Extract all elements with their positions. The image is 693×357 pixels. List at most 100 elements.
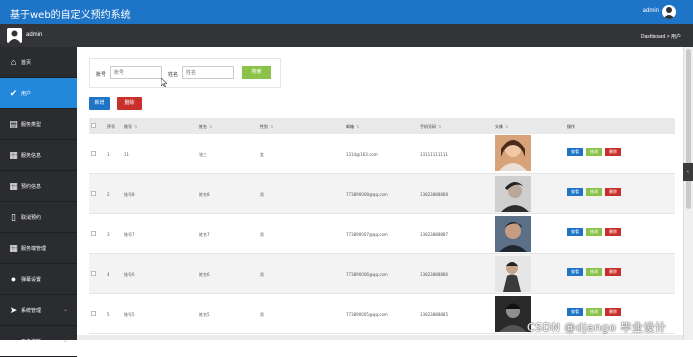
col-header-name[interactable]: 姓名 ⇅: [199, 124, 212, 130]
view-button[interactable]: 查看: [567, 188, 583, 196]
user-icon: ●: [10, 274, 17, 284]
table-row[interactable]: 4 账号6 姓名6 男 773890006@qq.com 13823888886…: [89, 254, 675, 294]
col-header-account-label: 账号: [124, 124, 132, 129]
avatar-photo[interactable]: [495, 216, 531, 252]
sidebar-item-danmaku-settings[interactable]: ● 弹幕设置: [0, 264, 77, 295]
table-row[interactable]: 3 账号7 姓名7 男 773890007@qq.com 13823888887…: [89, 214, 675, 254]
col-header-name-label: 姓名: [199, 124, 207, 129]
row-checkbox[interactable]: [91, 151, 96, 156]
edit-button[interactable]: 修改: [586, 188, 602, 196]
sidebar-item-server-admin[interactable]: ▦ 服务端管理: [0, 233, 77, 264]
sort-icon: ⇅: [505, 124, 509, 129]
cell-email: 773890007@qq.com: [346, 232, 388, 237]
cell-gender: 男: [260, 312, 264, 317]
sort-icon: ⇅: [356, 124, 360, 129]
search-button[interactable]: 搜索: [242, 66, 271, 79]
view-button[interactable]: 查看: [567, 148, 583, 156]
table-row[interactable]: 2 账号8 姓名8 男 773890008@qq.com 13823888888…: [89, 174, 675, 214]
cell-account: 账号5: [124, 312, 135, 317]
send-icon: ➤: [9, 305, 18, 315]
row-delete-button[interactable]: 删除: [605, 228, 621, 236]
name-input[interactable]: [182, 66, 234, 79]
col-header-phone-label: 手机号码: [420, 124, 436, 129]
col-header-email[interactable]: 邮箱 ⇅: [346, 124, 359, 130]
sidebar-item-label: 用户: [21, 91, 32, 97]
table-row[interactable]: 1 11 张三 女 1314@163.com 13111111111 查看 修改…: [89, 134, 675, 174]
chevron-down-icon: ⌄: [62, 338, 68, 344]
sub-bar: admin Dashboard > 用户: [0, 24, 693, 47]
col-header-no[interactable]: 序号: [107, 124, 115, 130]
sidebar-item-service-type[interactable]: ▤ 服务类型: [0, 109, 77, 140]
cell-no: 3: [107, 232, 110, 237]
row-checkbox[interactable]: [91, 311, 96, 316]
vertical-scrollbar[interactable]: [683, 47, 693, 340]
sidebar-item-label: 系统管理: [21, 308, 42, 314]
name-label: 姓名: [168, 72, 179, 78]
cell-no: 5: [107, 312, 110, 317]
sidebar-item-system-admin[interactable]: ➤ 系统管理 ⌄: [0, 295, 77, 326]
sidebar-item-user-profile[interactable]: ▭ 用户资料 ⌄: [0, 326, 77, 357]
col-header-email-label: 邮箱: [346, 124, 354, 129]
scrollbar-thumb[interactable]: [686, 49, 691, 209]
doc-icon: ▭: [9, 336, 18, 346]
row-checkbox[interactable]: [91, 191, 96, 196]
user-avatar: [7, 28, 22, 43]
cell-no: 4: [107, 272, 110, 277]
row-checkbox[interactable]: [91, 231, 96, 236]
search-panel: 账号 姓名 搜索: [89, 58, 281, 88]
edit-button[interactable]: 修改: [586, 268, 602, 276]
cell-email: 773890005@qq.com: [346, 312, 388, 317]
horizontal-scrollbar[interactable]: [77, 335, 683, 340]
view-button[interactable]: 查看: [567, 268, 583, 276]
cell-email: 773890006@qq.com: [346, 272, 388, 277]
sidebar-item-home[interactable]: ⌂ 首页: [0, 47, 77, 78]
sidebar-item-service-info[interactable]: ▦ 服务信息: [0, 140, 77, 171]
breadcrumb[interactable]: Dashboard > 用户: [641, 33, 681, 40]
top-avatar[interactable]: [662, 5, 676, 19]
sidebar-item-booking-info[interactable]: ▦ 预约信息: [0, 171, 77, 202]
cell-phone: 13823888885: [420, 312, 448, 317]
row-delete-button[interactable]: 删除: [605, 188, 621, 196]
avatar-photo[interactable]: [495, 256, 531, 292]
delete-button[interactable]: 删除: [117, 97, 142, 110]
cell-email: 773890008@qq.com: [346, 192, 388, 197]
sidebar-item-cancel-booking[interactable]: ▯ 取消预约: [0, 202, 77, 233]
avatar-photo[interactable]: [495, 176, 531, 212]
avatar-photo[interactable]: [495, 296, 531, 332]
row-delete-button[interactable]: 删除: [605, 268, 621, 276]
check-icon: ✔: [9, 88, 18, 98]
edit-button[interactable]: 修改: [586, 148, 602, 156]
account-input[interactable]: [110, 66, 162, 79]
col-header-phone[interactable]: 手机号码 ⇅: [420, 124, 441, 130]
sidebar-item-label: 弹幕设置: [21, 277, 42, 283]
file-icon: ▯: [11, 212, 16, 222]
sidebar-item-label: 预约信息: [21, 184, 42, 190]
sidebar-item-users[interactable]: ✔ 用户: [0, 78, 77, 109]
grid-icon: ▦: [9, 150, 18, 160]
col-header-gender[interactable]: 性别 ⇅: [260, 124, 273, 130]
col-header-account[interactable]: 账号 ⇅: [124, 124, 137, 130]
row-checkbox[interactable]: [91, 271, 96, 276]
side-panel-toggle-icon[interactable]: ‹: [683, 163, 693, 181]
col-header-gender-label: 性别: [260, 124, 268, 129]
row-delete-button[interactable]: 删除: [605, 148, 621, 156]
view-button[interactable]: 查看: [567, 308, 583, 316]
col-header-avatar[interactable]: 头像 ⇅: [495, 124, 508, 130]
home-icon: ⌂: [10, 57, 17, 67]
select-all-checkbox[interactable]: [91, 123, 96, 128]
sidebar-item-label: 服务类型: [21, 122, 42, 128]
sort-icon: ⇅: [438, 124, 442, 129]
col-header-avatar-label: 头像: [495, 124, 503, 129]
row-delete-button[interactable]: 删除: [605, 308, 621, 316]
edit-button[interactable]: 修改: [586, 228, 602, 236]
add-button[interactable]: 新增: [89, 97, 110, 110]
account-label: 账号: [96, 72, 107, 78]
cell-name: 姓名8: [199, 192, 210, 197]
cell-phone: 13823888888: [420, 192, 448, 197]
avatar-photo[interactable]: [495, 135, 531, 171]
sidebar-item-label: 服务端管理: [21, 246, 47, 252]
view-button[interactable]: 查看: [567, 228, 583, 236]
edit-button[interactable]: 修改: [586, 308, 602, 316]
cell-account: 11: [124, 152, 130, 157]
top-user-name[interactable]: admin: [643, 8, 659, 14]
